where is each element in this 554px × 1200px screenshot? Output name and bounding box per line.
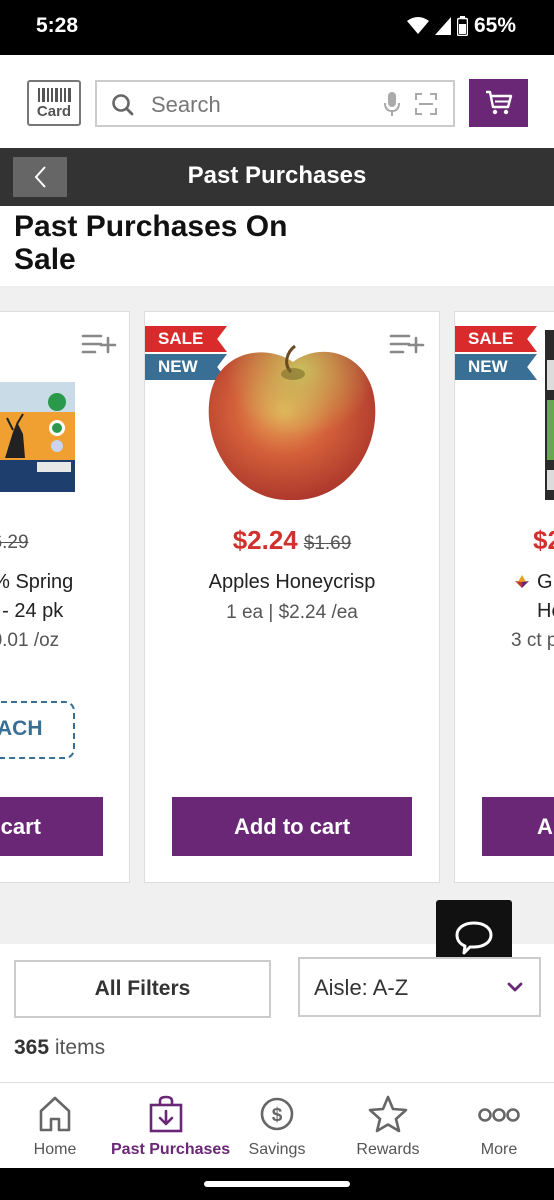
section-title: Past Purchases On Sale (14, 210, 288, 276)
chat-bubble-icon (455, 921, 493, 955)
all-filters-button[interactable]: All Filters (14, 960, 271, 1018)
result-count: 365 items (14, 1036, 105, 1060)
product-name-line: G (513, 568, 554, 597)
more-dots-icon (478, 1108, 520, 1122)
sale-price: $2 (533, 525, 554, 555)
sale-badge: SALE (455, 326, 537, 352)
nav-label: Rewards (356, 1141, 420, 1158)
battery-percent: 65% (473, 14, 516, 37)
product-name: G He (513, 568, 554, 626)
search-input[interactable]: Search (95, 80, 455, 127)
top-header: Card Search (0, 55, 554, 148)
sale-price: $2.24 (232, 525, 298, 555)
product-name-line: al - 24 pk (0, 600, 64, 622)
star-icon (368, 1095, 408, 1133)
microphone-icon[interactable] (383, 91, 401, 117)
nav-label: Home (33, 1141, 77, 1158)
result-count-number: 365 (14, 1036, 50, 1059)
unit-price: 3 ct p (511, 630, 554, 651)
product-image (0, 382, 75, 492)
dollar-coin-icon: $ (260, 1097, 294, 1131)
status-bar: 5:28 65% (0, 0, 554, 55)
chevron-down-icon (507, 982, 523, 992)
add-to-cart-button[interactable]: cart (0, 797, 103, 856)
nav-label: Savings (248, 1141, 306, 1158)
product-image (545, 330, 554, 500)
product-carousel[interactable]: $6.29 0% Spring al - 24 pk $0.01 /oz EAC… (0, 286, 554, 944)
barcode-scan-icon[interactable] (415, 93, 437, 115)
gesture-bar (0, 1168, 554, 1200)
svg-text:$: $ (272, 1105, 283, 1126)
each-selector[interactable]: EACH (0, 701, 75, 759)
home-icon (39, 1096, 71, 1132)
unit-price: $0.01 /oz (0, 630, 60, 651)
result-count-label: items (54, 1036, 106, 1059)
page-title-bar: Past Purchases (0, 148, 554, 206)
price-row: $2.24 $1.69 (145, 525, 439, 556)
loyalty-card-button[interactable]: Card (27, 80, 81, 126)
barcode-icon (37, 87, 71, 102)
add-to-cart-button[interactable]: A (482, 797, 554, 856)
nav-more[interactable]: More (444, 1083, 554, 1169)
product-image (208, 344, 376, 501)
product-name-line: He (537, 600, 554, 622)
product-card[interactable]: SALE NEW $2 G He 3 ct p A (454, 311, 554, 883)
was-price: $1.69 (303, 533, 352, 554)
bottom-nav: Home Past Purchases $ Savings Rewards Mo… (0, 1082, 554, 1168)
nav-label: Past Purchases (111, 1141, 231, 1158)
unit-price: 1 ea | $2.24 /ea (226, 602, 358, 623)
shopping-bag-icon (149, 1095, 183, 1133)
product-name-line: 0% Spring (0, 571, 74, 593)
nav-savings[interactable]: $ Savings (222, 1083, 332, 1169)
nav-rewards[interactable]: Rewards (333, 1083, 443, 1169)
nav-past-purchases[interactable]: Past Purchases (111, 1083, 231, 1169)
signal-icon (434, 17, 451, 35)
status-time: 5:28 (36, 14, 79, 37)
battery-icon (456, 16, 468, 36)
page-title: Past Purchases (187, 162, 367, 189)
product-card[interactable]: $6.29 0% Spring al - 24 pk $0.01 /oz EAC… (0, 311, 130, 883)
cart-icon (485, 90, 512, 115)
product-card[interactable]: SALE NEW $2.24 $1.69 Apples Honeycrisp 1… (144, 311, 440, 883)
home-indicator[interactable] (204, 1181, 350, 1187)
nav-home[interactable]: Home (0, 1083, 110, 1169)
wifi-icon (406, 17, 429, 34)
search-placeholder: Search (151, 92, 221, 117)
sort-value: Aisle: A-Z (314, 975, 409, 1000)
product-name: 0% Spring al - 24 pk (0, 568, 101, 626)
card-label: Card (36, 102, 72, 120)
new-badge: NEW (455, 354, 537, 380)
add-to-cart-button[interactable]: Add to cart (172, 797, 412, 856)
add-to-list-icon[interactable] (389, 332, 425, 356)
add-to-list-icon[interactable] (81, 332, 117, 356)
product-name[interactable]: Apples Honeycrisp (145, 568, 439, 597)
sort-select[interactable]: Aisle: A-Z (298, 957, 541, 1017)
cart-button[interactable] (469, 79, 528, 127)
nav-label: More (480, 1141, 518, 1158)
was-price: $6.29 (0, 532, 29, 553)
search-icon (112, 94, 134, 116)
brand-logo-icon (515, 575, 529, 588)
